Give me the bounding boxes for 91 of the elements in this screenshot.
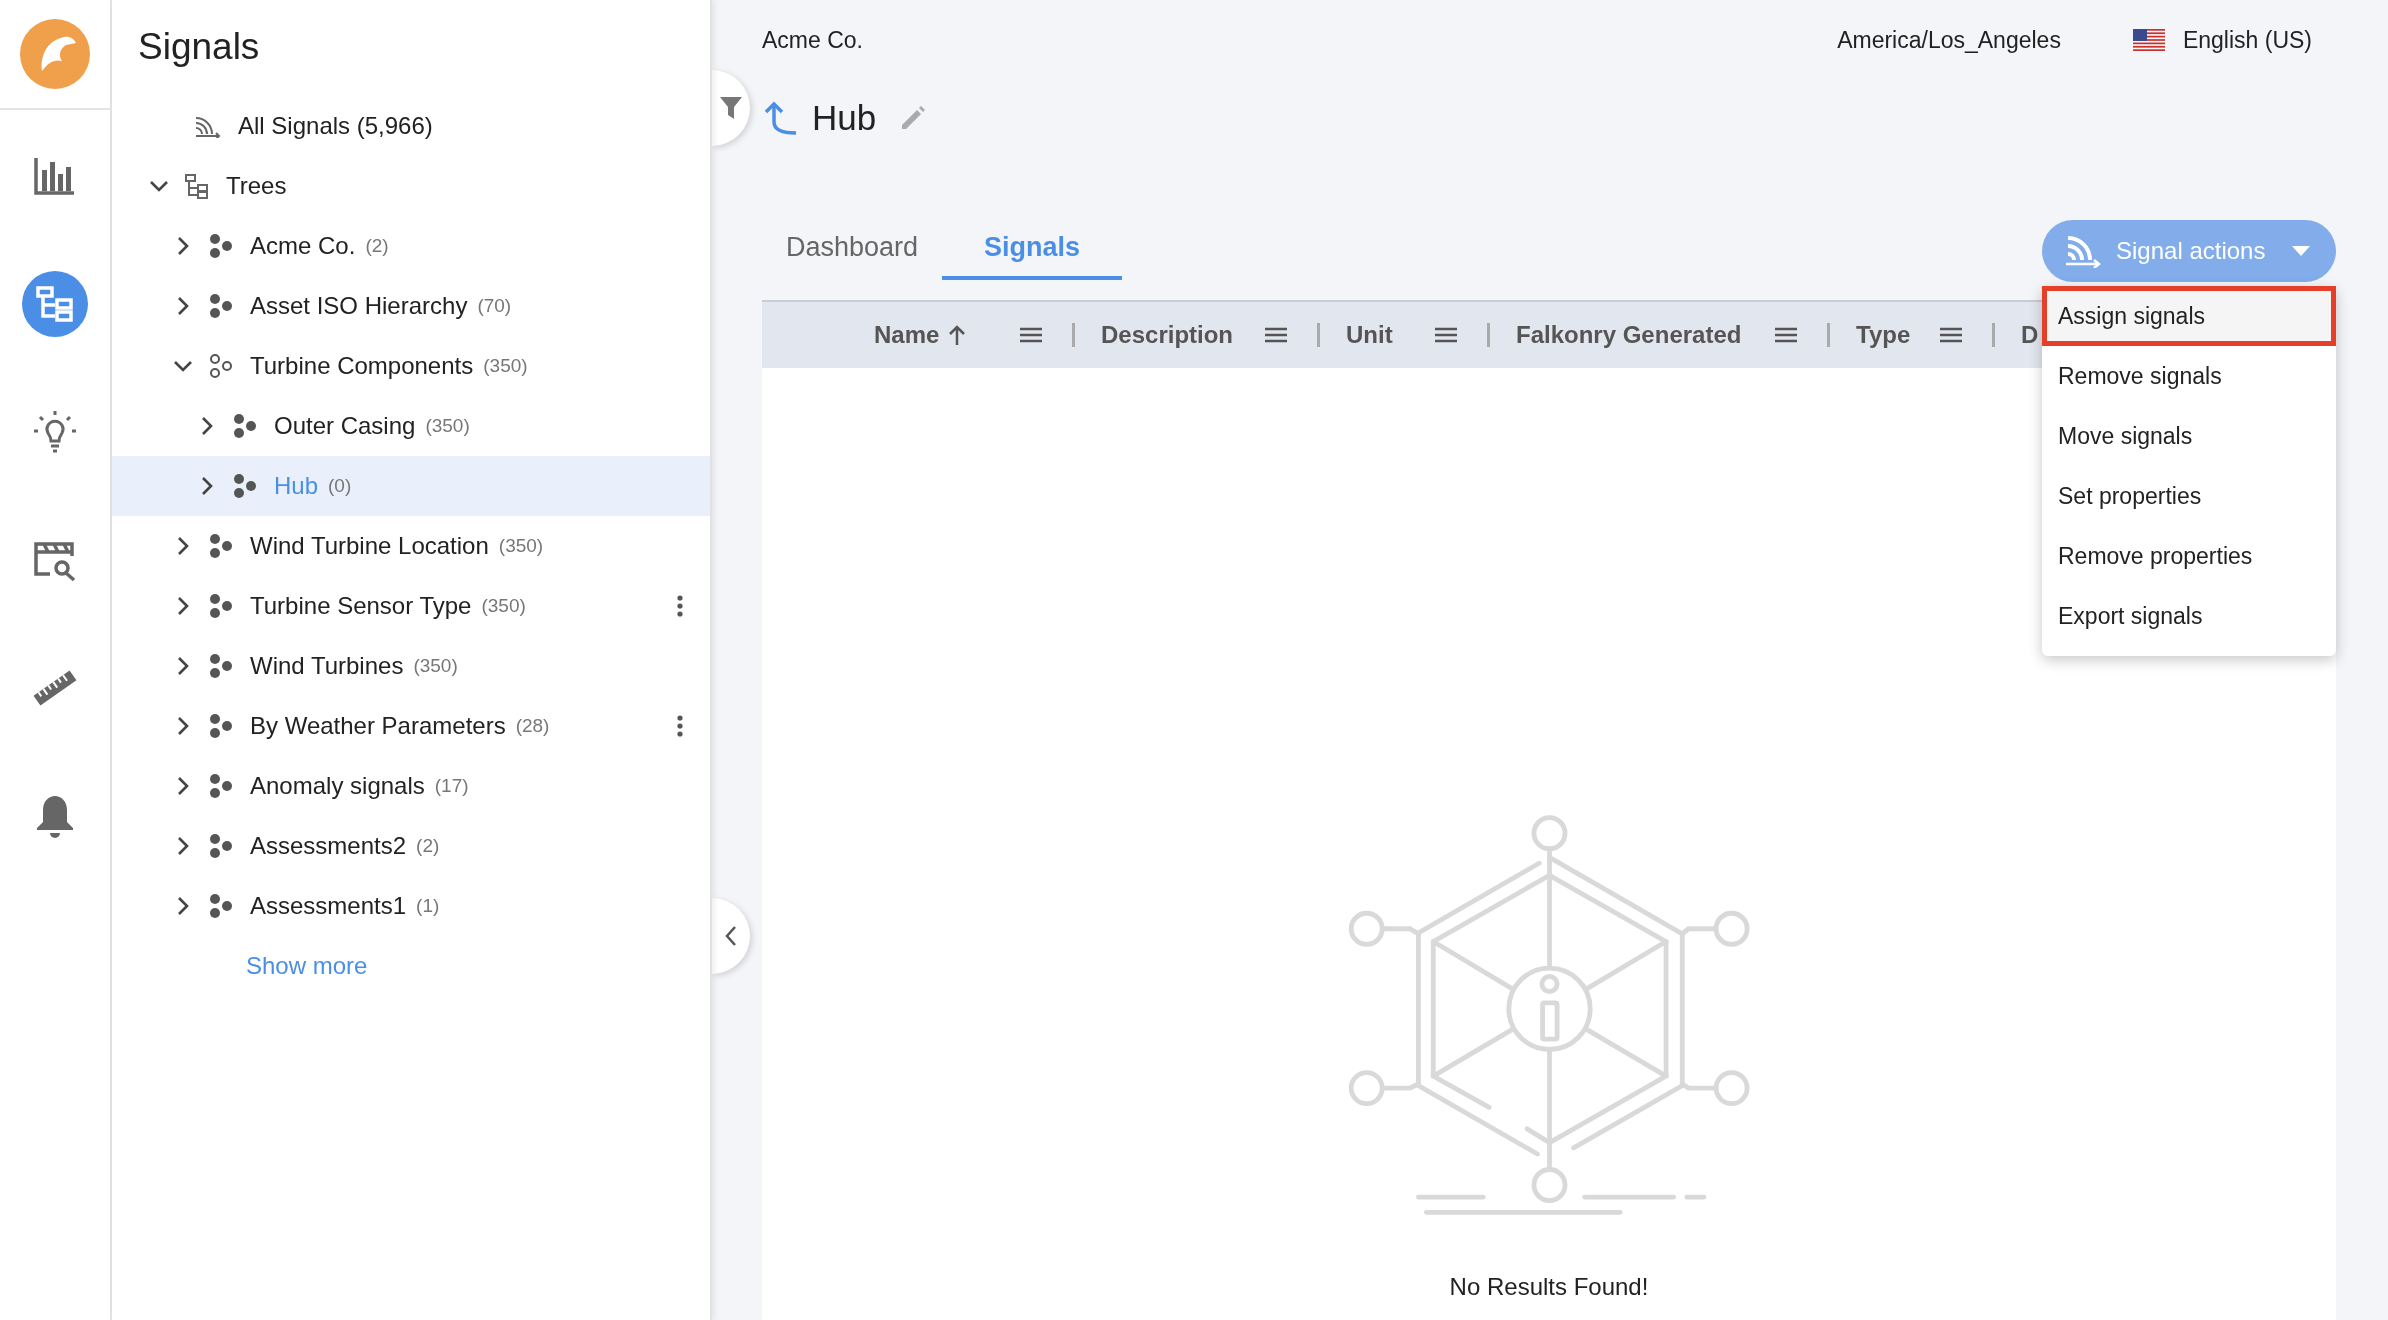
column-header[interactable]: Type [1856, 321, 1911, 349]
tree-item[interactable]: Wind Turbine Location (350) [112, 516, 710, 576]
menu-item[interactable]: Remove signals [2042, 346, 2336, 406]
signal-icon [2064, 234, 2102, 268]
cluster-icon [208, 294, 234, 318]
tree-item-count: (350) [413, 655, 458, 677]
menu-icon[interactable] [1775, 327, 1797, 343]
tree-item[interactable]: Assessments2 (2) [112, 816, 710, 876]
tree-icon [35, 285, 75, 323]
column-header[interactable]: Name [874, 321, 940, 349]
tree-item-label: Turbine Components [250, 352, 474, 380]
tree-item-label: Turbine Sensor Type [250, 592, 472, 620]
bar-chart-icon [33, 156, 77, 196]
tree-item-label: Outer Casing [274, 412, 416, 440]
tree-item-label: Asset ISO Hierarchy [250, 292, 468, 320]
tree-item[interactable]: Asset ISO Hierarchy (70) [112, 276, 710, 336]
tree-item[interactable]: Turbine Components (350) [112, 336, 710, 396]
tree-item[interactable]: Anomaly signals (17) [112, 756, 710, 816]
tree-icon [184, 173, 210, 199]
tree-item-count: (350) [425, 415, 470, 437]
tree-item-count: (350) [481, 595, 526, 617]
filter-button[interactable] [712, 70, 750, 146]
tree-item-label: Anomaly signals [250, 772, 425, 800]
column-header[interactable]: Falkonry Generated [1516, 321, 1742, 349]
tree-item[interactable]: Acme Co. (2) [112, 216, 710, 276]
tree-item-count: (17) [434, 775, 469, 797]
more-icon[interactable] [676, 714, 684, 738]
tree-item-label: All Signals (5,966) [238, 112, 433, 140]
page-title: Hub [812, 98, 877, 138]
tree-item-label: By Weather Parameters [250, 712, 506, 740]
tree-item-label: Assessments2 [250, 832, 407, 860]
caret-down-icon [2292, 246, 2310, 256]
cluster-icon [208, 654, 234, 678]
panel-title: Signals [137, 25, 261, 69]
tree-item[interactable]: Trees [112, 156, 710, 216]
cluster-icon [232, 474, 258, 498]
tree-item-count: (350) [498, 535, 544, 557]
tree-item[interactable]: By Weather Parameters (28) [112, 696, 710, 756]
menu-icon[interactable] [1020, 327, 1042, 343]
filter-icon [719, 95, 743, 121]
tree-item[interactable]: All Signals (5,966) [112, 96, 710, 156]
back-arrow-icon[interactable] [764, 100, 798, 136]
tree-item[interactable]: Hub (0) [112, 456, 710, 516]
tree-item-label: Trees [226, 172, 287, 200]
tree-item-label: Assessments1 [250, 892, 407, 920]
timezone-label[interactable]: America/Los_Angeles [1837, 26, 2061, 54]
light-bulb-icon [32, 409, 78, 455]
tree-item[interactable]: Outer Casing (350) [112, 396, 710, 456]
language-selector[interactable]: English (US) [2182, 26, 2312, 54]
tree-item-count: (2) [416, 835, 440, 857]
cluster-icon [208, 594, 234, 618]
menu-item[interactable]: Export signals [2042, 586, 2336, 646]
tree-item[interactable]: Wind Turbines (350) [112, 636, 710, 696]
column-header[interactable]: D [2021, 321, 2039, 349]
cluster-icon [232, 414, 258, 438]
tree-item-label: Hub [274, 472, 319, 500]
tree-item-count: (28) [515, 715, 550, 737]
cluster-icon [208, 894, 234, 918]
bell-icon [35, 794, 75, 838]
tree-item-count: (0) [328, 475, 352, 497]
tree-item[interactable]: Assessments1 (1) [112, 876, 710, 936]
menu-icon[interactable] [1940, 327, 1962, 343]
menu-item[interactable]: Remove properties [2042, 526, 2336, 586]
tree-item-count: (70) [477, 295, 512, 317]
chevron-left-icon [724, 925, 738, 947]
cluster-icon [208, 774, 234, 798]
menu-item[interactable]: Move signals [2042, 406, 2336, 466]
tree-item-count: (350) [483, 355, 528, 377]
signal-icon [194, 114, 222, 138]
cluster-icon [208, 714, 234, 738]
cluster-icon [208, 234, 234, 258]
cluster-icon [208, 354, 234, 378]
tree-item[interactable]: Turbine Sensor Type (350) [112, 576, 710, 636]
menu-item[interactable]: Set properties [2042, 466, 2336, 526]
empty-message: No Results Found! [1449, 1273, 1649, 1301]
cluster-icon [208, 534, 234, 558]
menu-icon[interactable] [1265, 327, 1287, 343]
menu-item[interactable]: Assign signals [2042, 286, 2336, 346]
flag-icon [2132, 29, 2165, 51]
more-icon[interactable] [676, 594, 684, 618]
tree-item-label: Acme Co. [250, 232, 356, 260]
column-header[interactable]: Description [1101, 321, 1234, 349]
tree-item-label: Wind Turbine Location [250, 532, 489, 560]
menu-icon[interactable] [1435, 327, 1457, 343]
cluster-icon [208, 834, 234, 858]
tree-item-label: Wind Turbines [250, 652, 404, 680]
tree-item-count: (2) [365, 235, 389, 257]
organization-name: Acme Co. [762, 26, 863, 54]
tab[interactable]: Dashboard [762, 218, 942, 280]
tree-item-count: (1) [416, 895, 440, 917]
column-header[interactable]: Unit [1346, 321, 1393, 349]
